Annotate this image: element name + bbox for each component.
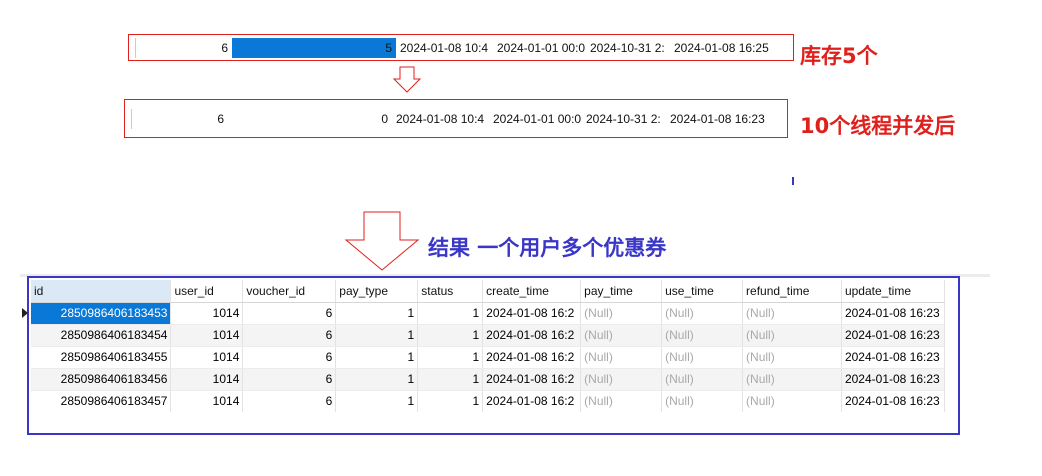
cell-pay-type[interactable]: 1 xyxy=(335,302,419,325)
cell-user-id[interactable]: 1014 xyxy=(170,324,244,347)
cell-update-time[interactable]: 2024-01-08 16:23 xyxy=(841,368,945,391)
column-header-pay-time[interactable]: pay_time xyxy=(580,280,663,303)
cell-status[interactable]: 1 xyxy=(417,368,484,391)
cell-create-time[interactable]: 2024-01-08 16:2 xyxy=(482,302,582,325)
table-row[interactable]: 2850986406183453 1014 6 1 1 2024-01-08 1… xyxy=(31,302,945,325)
cell-create-time[interactable]: 2024-01-08 16:2 xyxy=(482,346,582,369)
cell-status[interactable]: 1 xyxy=(417,390,484,412)
threads-annotation: 10个线程并发后 xyxy=(800,114,956,138)
after-time-cell-4[interactable]: 2024-01-08 16:23 xyxy=(668,109,778,129)
result-annotation: 结果 一个用户多个优惠券 xyxy=(428,236,667,260)
cell-voucher-id[interactable]: 6 xyxy=(242,390,337,412)
cell-user-id[interactable]: 1014 xyxy=(170,302,244,325)
cell-create-time[interactable]: 2024-01-08 16:2 xyxy=(482,390,582,412)
cell-user-id[interactable]: 1014 xyxy=(170,346,244,369)
column-header-update-time[interactable]: update_time xyxy=(841,280,945,303)
cell-use-time[interactable]: (Null) xyxy=(661,324,744,347)
text-cursor xyxy=(792,177,794,185)
cell-user-id[interactable]: 1014 xyxy=(170,390,244,412)
down-arrow-icon xyxy=(392,66,422,93)
result-grid: id user_id voucher_id pay_type status cr… xyxy=(31,280,945,412)
before-time-cell-1[interactable]: 2024-01-08 10:4 xyxy=(398,38,495,58)
column-header-pay-type[interactable]: pay_type xyxy=(335,280,419,303)
cell-voucher-id[interactable]: 6 xyxy=(242,302,337,325)
cell-create-time[interactable]: 2024-01-08 16:2 xyxy=(482,324,582,347)
cell-status[interactable]: 1 xyxy=(417,346,484,369)
cell-pay-time[interactable]: (Null) xyxy=(580,390,663,412)
after-stock-cell[interactable]: 0 xyxy=(228,109,392,129)
table-row[interactable]: 2850986406183454 1014 6 1 1 2024-01-08 1… xyxy=(31,324,945,347)
after-row: 6 0 2024-01-08 10:4 2024-01-01 00:0 2024… xyxy=(131,109,781,129)
before-voucher-id-cell[interactable]: 6 xyxy=(136,38,232,58)
cell-pay-type[interactable]: 1 xyxy=(335,368,419,391)
cell-status[interactable]: 1 xyxy=(417,324,484,347)
cell-update-time[interactable]: 2024-01-08 16:23 xyxy=(841,346,945,369)
before-time-cell-4[interactable]: 2024-01-08 16:25 xyxy=(672,38,782,58)
table-row[interactable]: 2850986406183456 1014 6 1 1 2024-01-08 1… xyxy=(31,368,945,391)
big-down-arrow-icon xyxy=(344,211,420,271)
cell-pay-type[interactable]: 1 xyxy=(335,346,419,369)
cell-id[interactable]: 2850986406183457 xyxy=(31,390,172,412)
before-row: 6 5 2024-01-08 10:4 2024-01-01 00:0 2024… xyxy=(135,38,785,58)
cell-use-time[interactable]: (Null) xyxy=(661,368,744,391)
cell-refund-time[interactable]: (Null) xyxy=(742,302,842,325)
column-header-id[interactable]: id xyxy=(31,280,172,303)
cell-refund-time[interactable]: (Null) xyxy=(742,324,842,347)
column-header-refund-time[interactable]: refund_time xyxy=(742,280,842,303)
cell-voucher-id[interactable]: 6 xyxy=(242,368,337,391)
after-row-frame: 6 0 2024-01-08 10:4 2024-01-01 00:0 2024… xyxy=(124,99,788,138)
cell-update-time[interactable]: 2024-01-08 16:23 xyxy=(841,324,945,347)
column-header-create-time[interactable]: create_time xyxy=(482,280,582,303)
cell-update-time[interactable]: 2024-01-08 16:23 xyxy=(841,302,945,325)
before-time-cell-2[interactable]: 2024-01-01 00:0 xyxy=(495,38,588,58)
after-time-cell-1[interactable]: 2024-01-08 10:4 xyxy=(394,109,491,129)
table-header-row: id user_id voucher_id pay_type status cr… xyxy=(31,280,945,303)
current-row-marker xyxy=(22,308,28,318)
cell-pay-type[interactable]: 1 xyxy=(335,324,419,347)
cell-id[interactable]: 2850986406183454 xyxy=(31,324,172,347)
cell-pay-time[interactable]: (Null) xyxy=(580,302,663,325)
cell-refund-time[interactable]: (Null) xyxy=(742,346,842,369)
stock-annotation: 库存5个 xyxy=(800,44,878,68)
cell-use-time[interactable]: (Null) xyxy=(661,390,744,412)
after-time-cell-3[interactable]: 2024-10-31 2: xyxy=(584,109,668,129)
before-row-frame: 6 5 2024-01-08 10:4 2024-01-01 00:0 2024… xyxy=(128,34,794,61)
cell-pay-time[interactable]: (Null) xyxy=(580,324,663,347)
cell-pay-time[interactable]: (Null) xyxy=(580,368,663,391)
cell-user-id[interactable]: 1014 xyxy=(170,368,244,391)
column-header-user-id[interactable]: user_id xyxy=(170,280,244,303)
result-table: id user_id voucher_id pay_type status cr… xyxy=(31,280,945,412)
cell-status[interactable]: 1 xyxy=(417,302,484,325)
after-voucher-id-cell[interactable]: 6 xyxy=(132,109,228,129)
cell-use-time[interactable]: (Null) xyxy=(661,302,744,325)
cell-create-time[interactable]: 2024-01-08 16:2 xyxy=(482,368,582,391)
column-header-use-time[interactable]: use_time xyxy=(661,280,744,303)
cell-id[interactable]: 2850986406183456 xyxy=(31,368,172,391)
cell-pay-type[interactable]: 1 xyxy=(335,390,419,412)
cell-id[interactable]: 2850986406183455 xyxy=(31,346,172,369)
before-stock-cell[interactable]: 5 xyxy=(232,38,396,58)
cell-voucher-id[interactable]: 6 xyxy=(242,324,337,347)
cell-refund-time[interactable]: (Null) xyxy=(742,390,842,412)
table-row[interactable]: 2850986406183457 1014 6 1 1 2024-01-08 1… xyxy=(31,390,945,412)
table-row[interactable]: 2850986406183455 1014 6 1 1 2024-01-08 1… xyxy=(31,346,945,369)
before-time-cell-3[interactable]: 2024-10-31 2: xyxy=(588,38,672,58)
after-time-cell-2[interactable]: 2024-01-01 00:0 xyxy=(491,109,584,129)
cell-voucher-id[interactable]: 6 xyxy=(242,346,337,369)
column-header-status[interactable]: status xyxy=(417,280,484,303)
cell-refund-time[interactable]: (Null) xyxy=(742,368,842,391)
cell-update-time[interactable]: 2024-01-08 16:23 xyxy=(841,390,945,412)
cell-pay-time[interactable]: (Null) xyxy=(580,346,663,369)
column-header-voucher-id[interactable]: voucher_id xyxy=(242,280,337,303)
cell-id[interactable]: 2850986406183453 xyxy=(31,302,172,325)
cell-use-time[interactable]: (Null) xyxy=(661,346,744,369)
